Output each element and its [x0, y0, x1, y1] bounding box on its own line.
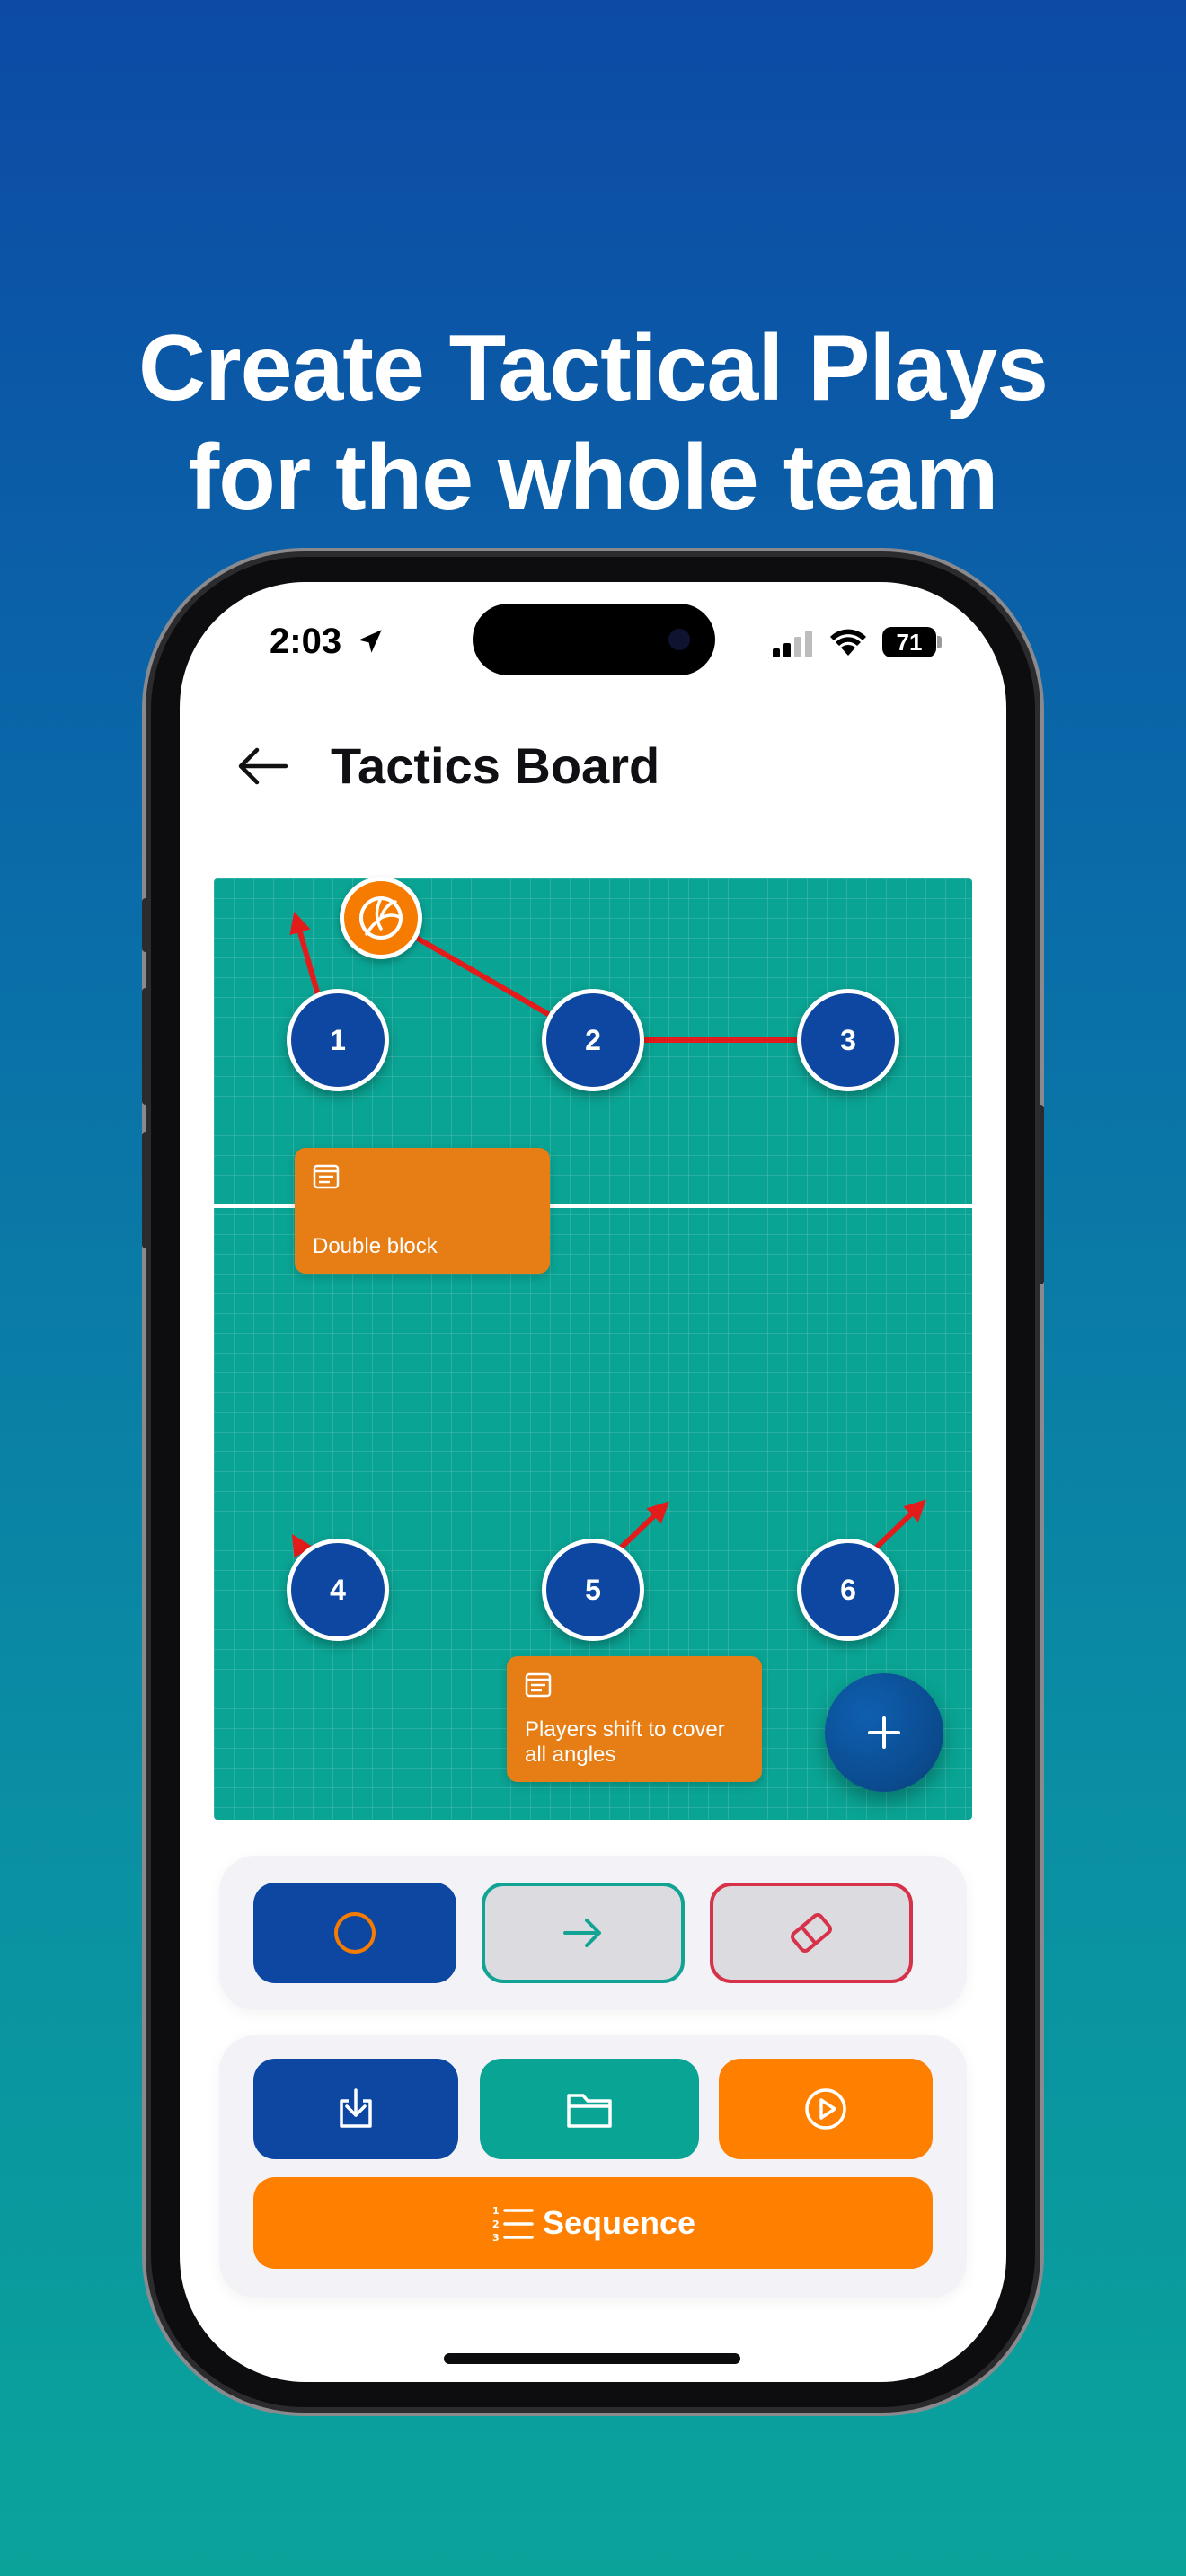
download-icon: [340, 2088, 372, 2128]
status-bar: 2:03 71: [180, 582, 1006, 699]
battery-tip: [937, 636, 942, 648]
circle-tool-button[interactable]: [253, 1883, 456, 1983]
promo-headline-line1: Create Tactical Plays: [138, 316, 1049, 420]
back-arrow-icon[interactable]: [230, 735, 293, 798]
sequence-button[interactable]: 1 2 3 Sequence: [253, 2177, 933, 2269]
tactics-board[interactable]: 1 2 3 4 5 6 Double block Players shift t…: [214, 877, 972, 1820]
player-token[interactable]: 1: [287, 989, 389, 1091]
volleyball-icon: [359, 896, 403, 940]
sequence-label: Sequence: [542, 2204, 696, 2241]
open-play-button[interactable]: [480, 2059, 699, 2159]
home-indicator: [444, 2353, 740, 2364]
status-time: 2:03: [270, 622, 385, 662]
phone-side-button: [142, 988, 151, 1105]
location-arrow-icon: [358, 630, 382, 653]
player-token[interactable]: 4: [287, 1539, 389, 1641]
camera-icon: [668, 629, 690, 650]
play-circle-icon: [805, 2088, 846, 2130]
drawing-tools-panel: [219, 1856, 967, 2010]
cellular-signal-icon: [773, 631, 812, 657]
svg-text:1: 1: [492, 2205, 500, 2217]
dynamic-island: [473, 604, 715, 675]
plus-icon: [868, 1716, 900, 1749]
note-card[interactable]: Double block: [295, 1148, 550, 1274]
arrow-right-icon: [563, 1919, 601, 1947]
movement-arrow[interactable]: [867, 1499, 926, 1557]
battery-indicator: 71: [882, 627, 936, 657]
player-token[interactable]: 6: [797, 1539, 899, 1641]
eraser-icon: [791, 1912, 832, 1954]
player-token[interactable]: 5: [542, 1539, 644, 1641]
phone-side-button: [142, 1132, 151, 1248]
player-token[interactable]: 3: [797, 989, 899, 1091]
phone-side-button: [142, 898, 151, 952]
eraser-tool-button[interactable]: [710, 1883, 913, 1983]
page-title: Tactics Board: [331, 737, 660, 794]
phone-side-button: [1035, 1105, 1044, 1284]
note-icon: [313, 1164, 340, 1189]
note-icon: [525, 1672, 552, 1698]
app-screen: 2:03 71 Tactics Board 1 2 3 4 5 6 Double…: [180, 582, 1006, 2382]
volleyball-token[interactable]: [340, 877, 422, 959]
movement-arrow[interactable]: [289, 911, 321, 996]
play-animation-button[interactable]: [719, 2059, 933, 2159]
numbered-list-icon: 1 2 3: [492, 2205, 534, 2243]
wifi-icon: [830, 629, 866, 656]
player-token[interactable]: 2: [542, 989, 644, 1091]
arrow-tool-button[interactable]: [482, 1883, 685, 1983]
note-text: Players shift to cover all angles: [525, 1717, 725, 1767]
save-play-button[interactable]: [253, 2059, 458, 2159]
actions-panel: 1 2 3 Sequence: [219, 2035, 967, 2298]
note-card[interactable]: Players shift to cover all angles: [507, 1656, 762, 1782]
add-element-button[interactable]: [825, 1673, 943, 1792]
svg-text:3: 3: [492, 2232, 500, 2243]
folder-icon: [567, 2094, 612, 2128]
svg-text:2: 2: [492, 2219, 500, 2230]
note-text: Double block: [313, 1234, 438, 1258]
promo-headline-line2: for the whole team: [188, 426, 999, 530]
circle-icon: [334, 1912, 376, 1954]
